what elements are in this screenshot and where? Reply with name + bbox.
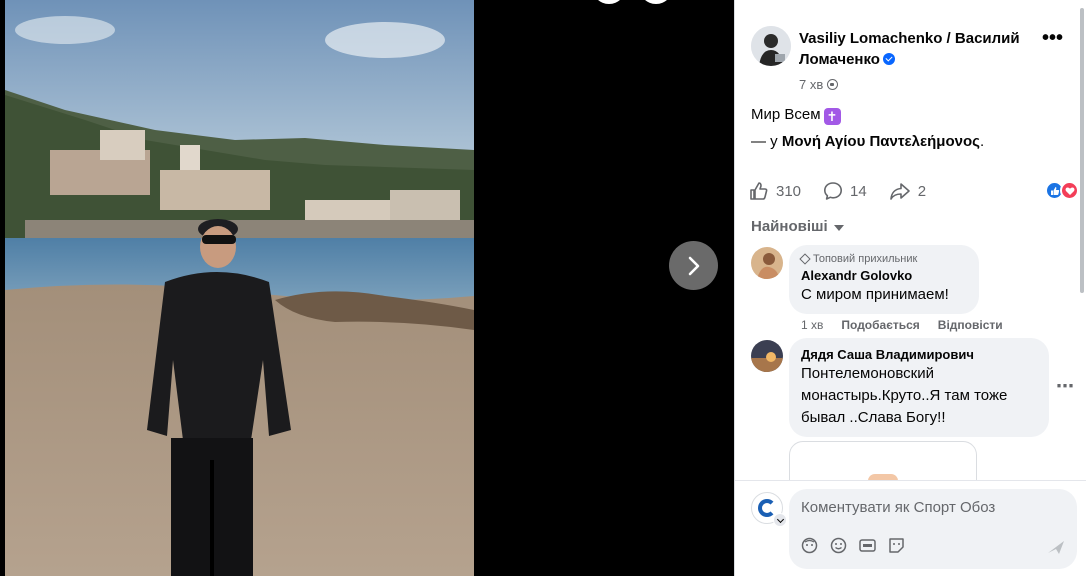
oboz-logo-icon [758, 499, 776, 517]
post-greeting: Мир Всем [751, 106, 821, 123]
post-text: Мир Всем ✝ — у Μονή Αγίου Παντελεήμονος. [751, 101, 1071, 155]
like-button[interactable]: 310 [749, 181, 801, 201]
top-fan-badge: Топовий прихильник [799, 253, 967, 265]
post-photo[interactable] [5, 0, 474, 576]
top-fan-label: Топовий прихильник [813, 253, 918, 265]
share-count: 2 [917, 182, 927, 200]
next-photo-button[interactable] [669, 241, 718, 290]
gif-icon[interactable] [859, 537, 876, 554]
post-actions: 310 14 2 [749, 178, 1079, 204]
author-name-text[interactable]: Vasiliy Lomachenko / Василий Ломаченко [799, 30, 1020, 68]
comment-text-line: бывал ..Слава Богу!! [801, 409, 946, 426]
switch-profile-chevron-icon[interactable] [773, 513, 787, 527]
share-arrow-icon [889, 183, 910, 200]
globe-icon [827, 79, 839, 90]
more-options-icon[interactable]: ••• [1042, 28, 1063, 48]
comment-reply-link[interactable]: Відповісти [938, 318, 1003, 332]
author-avatar[interactable] [751, 26, 791, 66]
comment-input[interactable] [801, 499, 1061, 516]
comment-bubble: Топовий прихильник Alexandr Golovko С ми… [789, 245, 979, 314]
send-icon[interactable] [1047, 539, 1065, 560]
photo-scene [5, 0, 474, 576]
comment-bubble-icon [824, 182, 843, 200]
composer-tools [801, 537, 905, 554]
location-suffix: . [979, 133, 985, 150]
post-panel: Vasiliy Lomachenko / Василий Ломаченко 7… [734, 0, 1086, 576]
comment-time[interactable]: 1 хв [801, 318, 823, 332]
commenter-avatar[interactable] [751, 247, 783, 279]
caret-down-icon [833, 224, 844, 231]
comment-count: 14 [850, 182, 867, 200]
sticker-icon[interactable] [888, 537, 905, 554]
commenter-avatar-image [751, 247, 783, 279]
comment-more-options-icon[interactable]: ⋯ [1056, 376, 1074, 397]
comment-bubble: Дядя Саша Владимирович Понтелемоновский … [789, 338, 1049, 437]
comment-sort-dropdown[interactable]: Найновіші [751, 218, 844, 235]
comment-input-box [789, 489, 1077, 569]
commenter-avatar-image [751, 340, 783, 372]
comment-button[interactable]: 14 [823, 181, 867, 201]
location-link[interactable]: Μονή Αγίου Παντελεήμονος [782, 133, 980, 150]
scrollbar[interactable] [1080, 8, 1084, 293]
emoji-icon[interactable] [830, 537, 847, 554]
comment-text-line: Понтелемоновский [801, 365, 934, 382]
thumbs-up-icon [750, 182, 768, 200]
love-reaction-icon [1060, 181, 1079, 200]
comment-like-link[interactable]: Подобається [841, 318, 919, 332]
post-location-line: — у Μονή Αγίου Παντελεήμονος. [751, 128, 1071, 155]
commenter-avatar[interactable] [751, 340, 783, 372]
post-text-line1: Мир Всем ✝ [751, 101, 1071, 128]
top-control-2[interactable] [639, 0, 673, 4]
post-time[interactable]: 7 хв [799, 77, 839, 92]
diamond-icon [799, 253, 811, 265]
like-count: 310 [776, 182, 802, 200]
orthodox-cross-icon: ✝ [823, 108, 841, 125]
author-name[interactable]: Vasiliy Lomachenko / Василий Ломаченко [799, 28, 1059, 70]
share-button[interactable]: 2 [889, 181, 926, 201]
post-time-text[interactable]: 7 хв [799, 77, 823, 92]
location-prefix: — у [751, 133, 782, 150]
sort-label: Найновіші [751, 218, 828, 235]
author-avatar-image [751, 26, 791, 66]
comment-author[interactable]: Alexandr Golovko [801, 267, 967, 284]
comment-text: С миром принимаем! [801, 286, 949, 303]
comment-author[interactable]: Дядя Саша Владимирович [801, 346, 1037, 363]
comment-meta: 1 хв Подобається Відповісти [801, 318, 1003, 332]
comment-text-line: монастырь.Круто..Я там тоже [801, 387, 1008, 404]
top-control-1[interactable] [592, 0, 626, 4]
media-viewer [0, 0, 734, 576]
avatar-sticker-icon[interactable] [801, 537, 818, 554]
chevron-right-icon [688, 256, 699, 275]
verified-badge-icon [882, 53, 895, 65]
reaction-summary[interactable] [1045, 181, 1079, 200]
